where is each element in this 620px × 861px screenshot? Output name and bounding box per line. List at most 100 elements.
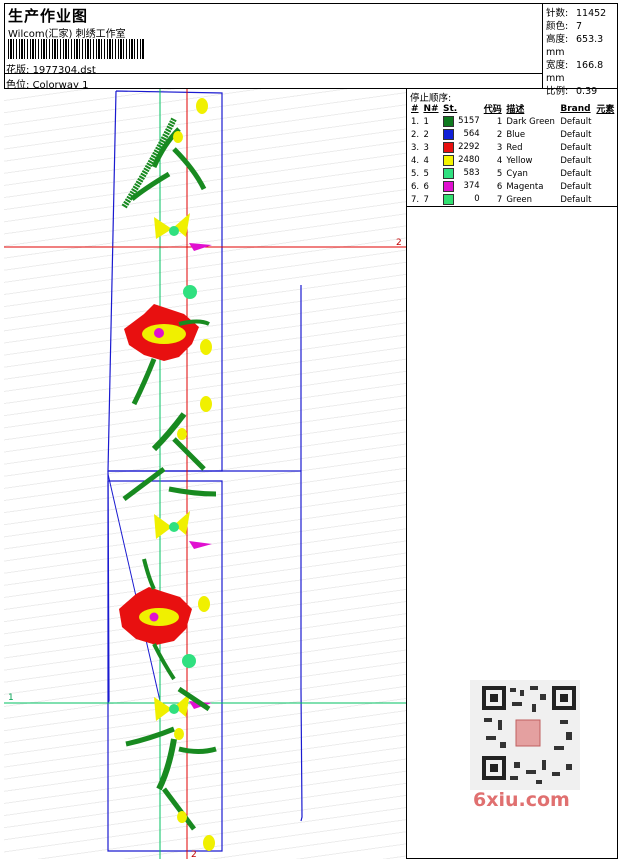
- cell-description: Blue: [506, 129, 526, 140]
- stat-height: 高度: 653.3 mm: [546, 34, 604, 58]
- cell-stitches: 2480: [441, 154, 482, 167]
- cell-needle: 2: [423, 129, 429, 140]
- color-swatch: [443, 155, 455, 166]
- color-swatch: [443, 116, 455, 127]
- motif-leaf-spray-3: [125, 686, 217, 851]
- col-index: #: [411, 103, 419, 114]
- cell-description: Green: [506, 194, 533, 205]
- cell-index: 3.: [411, 142, 420, 153]
- cell-brand: Default: [560, 168, 592, 179]
- motif-leaf-spray-2: [122, 396, 217, 549]
- cell-element: [594, 128, 617, 141]
- col-needle: N#: [423, 103, 439, 114]
- marker-2-bottom: 2: [191, 850, 197, 859]
- cell-needle: 3: [423, 142, 429, 153]
- col-description: 描述: [506, 105, 525, 115]
- cell-code: 6: [496, 181, 503, 192]
- color-swatch: [443, 194, 455, 205]
- barcode: [8, 39, 144, 59]
- marker-2: 2: [396, 238, 402, 248]
- cell-index: 7.: [411, 194, 420, 205]
- cell-needle: 4: [423, 155, 429, 166]
- table-header: # N# St. 代码 描述 Brand 元素: [409, 102, 617, 116]
- cell-index: 6.: [411, 181, 420, 192]
- cell-description: Yellow: [506, 155, 533, 166]
- table-row: 5. 5 583 5 Cyan Default: [409, 167, 617, 180]
- cell-stitches: 0: [441, 193, 482, 206]
- color-swatch: [443, 142, 455, 153]
- embroidery-preview: 1 2 2: [4, 89, 406, 859]
- cell-element: [594, 167, 617, 180]
- cell-code: 1: [496, 116, 503, 127]
- stat-colors: 颜色: 7: [546, 21, 583, 32]
- cell-code: 2: [496, 129, 503, 140]
- cell-description: Cyan: [506, 168, 528, 179]
- cell-needle: 5: [423, 168, 429, 179]
- cell-stitches: 374: [441, 180, 482, 193]
- table-row: 3. 3 2292 3 Red Default: [409, 141, 617, 154]
- cell-needle: 7: [423, 194, 429, 205]
- stat-width: 宽度: 166.8 mm: [546, 60, 604, 84]
- stats-divider: [542, 3, 543, 89]
- cell-stitches: 5157: [441, 115, 482, 128]
- design-preview: 1 2 2: [4, 89, 407, 859]
- header: 生产作业图 Wilcom(汇家) 刺绣工作室 花版: 1977304.dst 色…: [4, 3, 618, 97]
- stop-sequence-rows: 1. 1 5157 1 Dark Green Default 2. 2 564 2 Blue Defa…: [409, 115, 617, 206]
- cell-index: 5.: [411, 168, 420, 179]
- qr-code: [470, 680, 580, 790]
- cell-stitches: 2292: [441, 141, 482, 154]
- col-element: 元素: [596, 105, 615, 115]
- hoop-outline-bottom: [108, 470, 303, 822]
- cell-brand: Default: [560, 155, 592, 166]
- color-swatch: [443, 129, 455, 140]
- motif-leaf-spray-1: [121, 98, 212, 251]
- stat-stitches: 针数: 11452: [546, 8, 607, 19]
- cell-needle: 1: [423, 116, 429, 127]
- cell-code: 5: [496, 168, 503, 179]
- motif-flower-2: [119, 558, 210, 681]
- cell-description: Dark Green: [506, 116, 555, 127]
- cell-brand: Default: [560, 194, 592, 205]
- col-stitches: St.: [443, 103, 458, 114]
- motif-flower-1: [124, 285, 212, 406]
- cell-element: [594, 180, 617, 193]
- cell-stitches: 583: [441, 167, 482, 180]
- color-swatch: [443, 181, 455, 192]
- cell-code: 4: [496, 155, 503, 166]
- table-row: 1. 1 5157 1 Dark Green Default: [409, 115, 617, 128]
- design-label: 花版:: [6, 65, 30, 76]
- cell-element: [594, 141, 617, 154]
- table-row: 6. 6 374 6 Magenta Default: [409, 180, 617, 193]
- table-row: 2. 2 564 2 Blue Default: [409, 128, 617, 141]
- cell-brand: Default: [560, 142, 592, 153]
- cell-element: [594, 154, 617, 167]
- table-row: 7. 7 0 7 Green Default: [409, 193, 617, 206]
- watermark-site: 6xiu.com: [473, 789, 570, 811]
- cell-index: 2.: [411, 129, 420, 140]
- stats-panel: 针数: 11452 颜色: 7 高度: 653.3 mm 宽度: 166.8 mm 比例…: [546, 7, 618, 98]
- stop-sequence-panel: 停止顺序: # N# St. 代码 描述 Brand 元素 1. 1 5157 1 Da…: [407, 89, 618, 207]
- cell-description: Magenta: [506, 181, 544, 192]
- qr-code-graphic: [482, 686, 576, 784]
- cell-code: 3: [496, 142, 503, 153]
- cell-element: [594, 193, 617, 206]
- table-row: 4. 4 2480 4 Yellow Default: [409, 154, 617, 167]
- cell-element: [594, 115, 617, 128]
- color-swatch: [443, 168, 455, 179]
- cell-index: 1.: [411, 116, 420, 127]
- page-title: 生产作业图: [8, 7, 89, 25]
- col-brand: Brand: [560, 103, 591, 114]
- cell-index: 4.: [411, 155, 420, 166]
- cell-description: Red: [506, 142, 523, 153]
- cell-brand: Default: [560, 129, 592, 140]
- cell-code: 7: [496, 194, 503, 205]
- stop-sequence-table: # N# St. 代码 描述 Brand 元素 1. 1 5157 1 Dark Gre…: [409, 102, 617, 206]
- design-value: 1977304.dst: [32, 65, 96, 76]
- marker-1: 1: [8, 693, 14, 703]
- cell-needle: 6: [423, 181, 429, 192]
- design-file: 花版: 1977304.dst: [6, 61, 96, 76]
- company-name: Wilcom(汇家) 刺绣工作室: [8, 29, 126, 40]
- cell-brand: Default: [560, 181, 592, 192]
- cell-brand: Default: [560, 116, 592, 127]
- col-code: 代码: [483, 105, 502, 115]
